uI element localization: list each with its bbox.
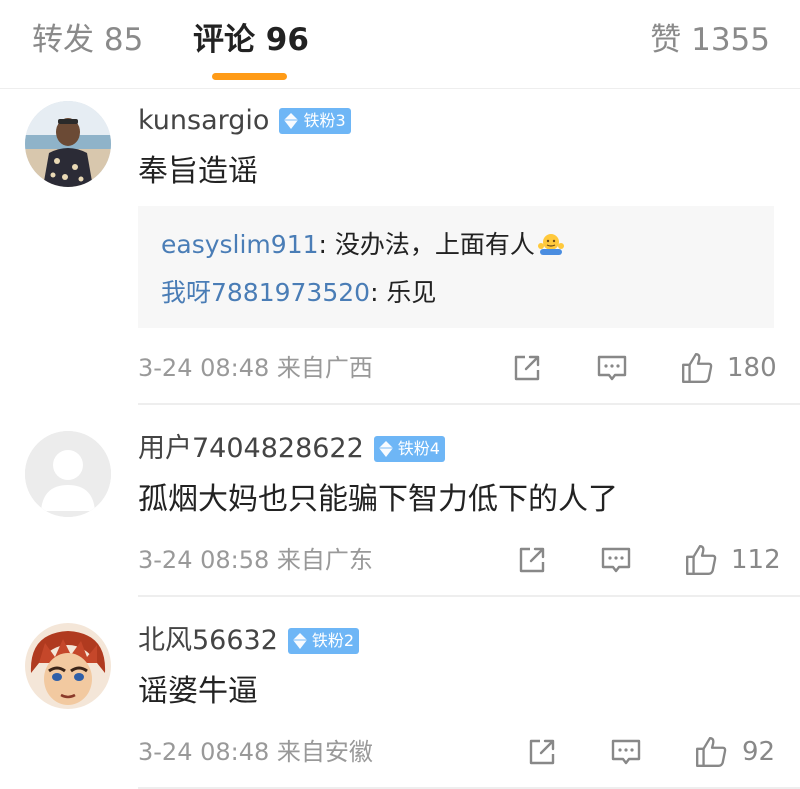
comment-icon[interactable] (600, 544, 632, 576)
diamond-icon (284, 113, 299, 129)
fan-badge-label: 铁粉3 (303, 111, 346, 130)
tab-repost[interactable]: 转发 85 (32, 18, 143, 62)
comment-meta: 3-24 08:48 来自广西 (138, 354, 373, 382)
comment-icon[interactable] (596, 352, 628, 384)
active-tab-indicator (212, 73, 287, 80)
reply-username[interactable]: 我呀7881973520 (161, 278, 370, 307)
reply-preview[interactable]: easyslim911: 没办法，上面有人 我呀7881973520: 乐见 (138, 206, 774, 328)
fan-badge[interactable]: 铁粉2 (287, 628, 360, 654)
comment-item: 用户7404828622 铁粉4 孤烟大妈也只能骗下智力低下的人了 3-24 0… (0, 405, 800, 595)
share-icon[interactable] (516, 544, 548, 576)
fan-badge[interactable]: 铁粉3 (279, 108, 351, 134)
avatar[interactable] (25, 623, 111, 709)
share-icon[interactable] (526, 736, 558, 768)
comment-text: 谣婆牛逼 (138, 674, 258, 709)
tab-likes[interactable]: 赞 1355 (650, 18, 770, 62)
comment-item: 北风56632 铁粉2 谣婆牛逼 3-24 08:48 来自安徽 92 (0, 597, 800, 789)
username[interactable]: 北风56632 (138, 621, 278, 661)
share-icon[interactable] (511, 352, 543, 384)
avatar[interactable] (25, 101, 111, 187)
like-count: 92 (742, 737, 776, 767)
shrug-emoji-icon (537, 230, 565, 268)
reply-item: 我呀7881973520: 乐见 (161, 275, 436, 311)
tab-comments[interactable]: 评论 96 (193, 18, 309, 62)
like-icon[interactable] (684, 543, 718, 577)
comment-icon[interactable] (610, 736, 642, 768)
fan-badge-label: 铁粉4 (397, 439, 440, 458)
comment-meta: 3-24 08:48 来自安徽 (138, 738, 373, 766)
like-count: 112 (731, 545, 781, 575)
like-icon[interactable] (680, 351, 714, 385)
reply-username[interactable]: easyslim911 (161, 230, 319, 259)
username[interactable]: 用户7404828622 (138, 429, 364, 469)
diamond-icon (378, 441, 393, 457)
avatar[interactable] (25, 431, 111, 517)
fan-badge-label: 铁粉2 (311, 631, 355, 650)
user-row: kunsargio 铁粉3 (138, 101, 351, 141)
comment-tabs: 转发 85 评论 96 赞 1355 (0, 0, 800, 89)
diamond-icon (292, 633, 307, 649)
comment-text: 孤烟大妈也只能骗下智力低下的人了 (138, 482, 618, 517)
user-row: 北风56632 铁粉2 (138, 621, 360, 661)
user-row: 用户7404828622 铁粉4 (138, 429, 445, 469)
like-icon[interactable] (694, 735, 728, 769)
comment-meta: 3-24 08:58 来自广东 (138, 546, 373, 574)
fan-badge[interactable]: 铁粉4 (373, 436, 445, 462)
comment-text: 奉旨造谣 (138, 154, 258, 189)
reply-item: easyslim911: 没办法，上面有人 (161, 227, 565, 268)
reply-text: : 没办法，上面有人 (318, 230, 535, 259)
username[interactable]: kunsargio (138, 101, 269, 141)
reply-text: : 乐见 (370, 278, 437, 307)
comment-item: kunsargio 铁粉3 奉旨造谣 easyslim911: 没办法，上面有人 (0, 89, 800, 403)
like-count: 180 (727, 353, 777, 383)
